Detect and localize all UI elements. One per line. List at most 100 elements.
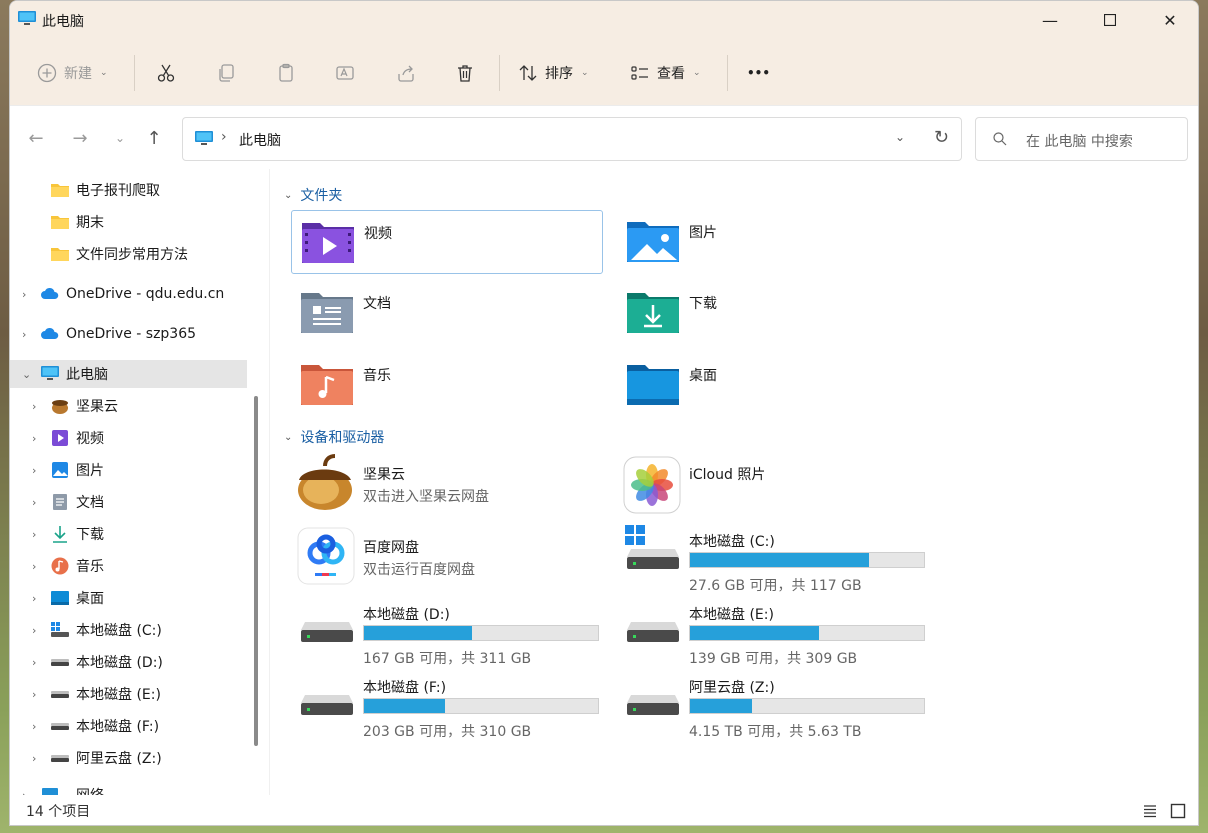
- chevron-right-icon[interactable]: ›: [32, 464, 36, 477]
- acorn-icon: [298, 454, 352, 510]
- sidebar-item-documents[interactable]: › 文档: [10, 488, 247, 516]
- sidebar-item-folder[interactable]: 文件同步常用方法: [10, 240, 247, 268]
- drive-usage-bar: [363, 625, 599, 641]
- folder-tile-desktop[interactable]: 桌面: [617, 353, 929, 417]
- music-icon: [51, 557, 69, 575]
- drive-tile-d[interactable]: 本地磁盘 (D:) 167 GB 可用，共 311 GB: [291, 592, 603, 668]
- device-tile-jianguoyun[interactable]: 坚果云 双击进入坚果云网盘: [291, 452, 603, 516]
- chevron-right-icon[interactable]: ›: [32, 432, 36, 445]
- sidebar-item-drive-e[interactable]: › 本地磁盘 (E:): [10, 680, 247, 708]
- rename-icon: [336, 66, 354, 80]
- new-button[interactable]: 新建 ⌄: [36, 55, 108, 91]
- drive-tile-c[interactable]: 本地磁盘 (C:) 27.6 GB 可用，共 117 GB: [617, 519, 929, 595]
- folder-tile-downloads[interactable]: 下载: [617, 281, 929, 345]
- chevron-right-icon[interactable]: ›: [32, 656, 36, 669]
- drive-usage-fill: [690, 553, 869, 567]
- copy-button[interactable]: [215, 55, 237, 91]
- refresh-icon[interactable]: ↻: [934, 127, 949, 148]
- cut-button[interactable]: [155, 55, 177, 91]
- chevron-down-icon[interactable]: ⌄: [895, 130, 905, 144]
- details-view-icon[interactable]: [1142, 803, 1158, 819]
- sidebar-scrollbar[interactable]: [254, 396, 258, 746]
- sidebar-item-onedrive-szp[interactable]: › OneDrive - szp365: [10, 320, 247, 348]
- drive-icon: [627, 695, 679, 715]
- view-label: 查看: [657, 66, 685, 82]
- chevron-right-icon[interactable]: ›: [32, 624, 36, 637]
- sidebar-item-folder[interactable]: 电子报刊爬取: [10, 176, 247, 204]
- chevron-right-icon[interactable]: ›: [32, 752, 36, 765]
- up-button[interactable]: ↑: [140, 124, 168, 152]
- drive-tile-z[interactable]: 阿里云盘 (Z:) 4.15 TB 可用，共 5.63 TB: [617, 665, 929, 741]
- chevron-right-icon[interactable]: ›: [22, 288, 26, 301]
- maximize-button[interactable]: [1080, 1, 1140, 39]
- chevron-right-icon[interactable]: ›: [32, 528, 36, 541]
- sidebar-item-drive-d[interactable]: › 本地磁盘 (D:): [10, 648, 247, 676]
- search-input[interactable]: 在 此电脑 中搜索: [1026, 131, 1133, 151]
- folder-name: 文档: [363, 296, 391, 312]
- sidebar-item-videos[interactable]: › 视频: [10, 424, 247, 452]
- folder-tile-music[interactable]: 音乐: [291, 353, 603, 417]
- chevron-right-icon[interactable]: ›: [32, 496, 36, 509]
- device-name: iCloud 照片: [689, 467, 766, 483]
- recent-locations-button[interactable]: ⌄: [106, 124, 134, 152]
- sort-button[interactable]: 排序 ⌄: [517, 55, 589, 91]
- rename-button[interactable]: [334, 55, 356, 91]
- drive-name: 阿里云盘 (Z:): [689, 680, 775, 696]
- devices-group-header[interactable]: ⌄ 设备和驱动器: [284, 427, 384, 447]
- sidebar-item-music[interactable]: › 音乐: [10, 552, 247, 580]
- folder-tile-pictures[interactable]: 图片: [617, 210, 929, 274]
- drive-tile-f[interactable]: 本地磁盘 (F:) 203 GB 可用，共 310 GB: [291, 665, 603, 741]
- breadcrumb[interactable]: 此电脑: [239, 130, 281, 150]
- folders-group-header[interactable]: ⌄ 文件夹: [284, 185, 342, 205]
- back-button[interactable]: ←: [22, 124, 50, 152]
- sidebar-item-this-pc[interactable]: ⌄ 此电脑: [10, 360, 247, 388]
- more-icon: •••: [747, 66, 771, 80]
- device-name: 百度网盘: [363, 540, 419, 556]
- video-icon: [52, 430, 68, 446]
- paste-button[interactable]: [275, 55, 297, 91]
- sidebar-item-drive-f[interactable]: › 本地磁盘 (F:): [10, 712, 247, 740]
- folder-tile-videos[interactable]: 视频: [291, 210, 603, 274]
- device-tile-baidu-netdisk[interactable]: 百度网盘 双击运行百度网盘: [291, 525, 603, 589]
- close-button[interactable]: ✕: [1140, 1, 1198, 39]
- share-button[interactable]: [395, 55, 417, 91]
- sidebar-item-drive-z[interactable]: › 阿里云盘 (Z:): [10, 744, 247, 772]
- network-icon: [42, 788, 58, 795]
- delete-button[interactable]: [454, 55, 476, 91]
- chevron-down-icon[interactable]: ⌄: [22, 368, 31, 381]
- video-folder-icon: [302, 223, 354, 263]
- sidebar-item-drive-c[interactable]: › 本地磁盘 (C:): [10, 616, 247, 644]
- drive-usage-fill: [690, 626, 819, 640]
- sidebar-item-jianguoyun[interactable]: › 坚果云: [10, 392, 247, 420]
- minimize-button[interactable]: —: [1020, 1, 1080, 39]
- sidebar-item-pictures[interactable]: › 图片: [10, 456, 247, 484]
- folder-tile-documents[interactable]: 文档: [291, 281, 603, 345]
- chevron-right-icon[interactable]: ›: [32, 688, 36, 701]
- search-icon: [993, 132, 1007, 146]
- sidebar-item-folder[interactable]: 期末: [10, 208, 247, 236]
- sidebar-item-network[interactable]: › 网络: [10, 781, 247, 795]
- chevron-right-icon[interactable]: ›: [22, 328, 26, 341]
- drive-usage-fill: [364, 626, 473, 640]
- chevron-right-icon[interactable]: ›: [32, 720, 36, 733]
- sidebar-item-label: 本地磁盘 (E:): [76, 687, 161, 703]
- drive-tile-e[interactable]: 本地磁盘 (E:) 139 GB 可用，共 309 GB: [617, 592, 929, 668]
- more-options-button[interactable]: •••: [747, 55, 770, 91]
- folder-name: 下载: [689, 296, 717, 312]
- sidebar-item-label: 音乐: [76, 559, 104, 575]
- chevron-right-icon[interactable]: ›: [32, 400, 36, 413]
- folder-icon: [51, 216, 69, 229]
- forward-button[interactable]: →: [66, 124, 94, 152]
- chevron-right-icon[interactable]: ›: [32, 560, 36, 573]
- sidebar-item-desktop[interactable]: › 桌面: [10, 584, 247, 612]
- sidebar-item-label: OneDrive - qdu.edu.cn: [66, 286, 225, 302]
- view-button[interactable]: 查看 ⌄: [629, 55, 701, 91]
- search-box[interactable]: 在 此电脑 中搜索: [975, 117, 1188, 161]
- chevron-right-icon[interactable]: ›: [32, 592, 36, 605]
- clipboard-icon: [279, 63, 293, 82]
- device-tile-icloud-photos[interactable]: iCloud 照片: [617, 452, 929, 516]
- address-bar[interactable]: › 此电脑 ⌄ ↻: [182, 117, 962, 161]
- sidebar-item-downloads[interactable]: › 下载: [10, 520, 247, 548]
- sidebar-item-onedrive-qdu[interactable]: › OneDrive - qdu.edu.cn: [10, 280, 247, 308]
- large-icons-view-icon[interactable]: [1170, 803, 1186, 819]
